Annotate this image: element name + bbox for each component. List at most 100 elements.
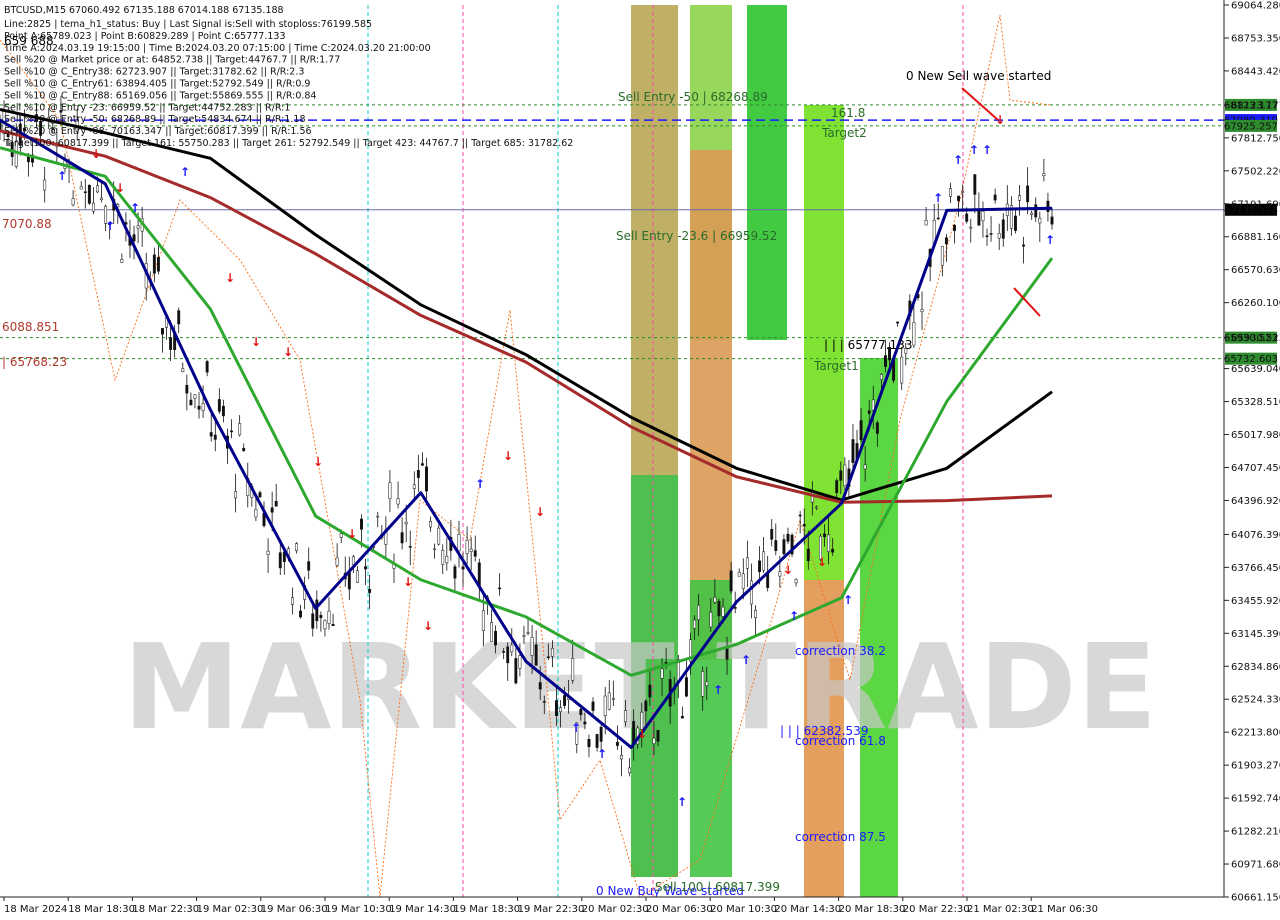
info-line-0: Line:2825 | tema_h1_status: Buy | Last S… xyxy=(4,19,372,30)
annotation-2: 0 New Sell wave started xyxy=(906,69,1051,83)
candle-body xyxy=(648,684,652,698)
y-tick-label-12: 65328.510 xyxy=(1231,397,1280,408)
candle-body xyxy=(193,394,197,399)
y-tick-label-7: 66881.160 xyxy=(1231,232,1280,243)
info-line-3: Sell %20 @ Market price or at: 64852.738… xyxy=(4,55,340,66)
annotation-4: Target2 xyxy=(821,126,867,140)
info-line-7: Sell %10 @ Entry -23: 66959.52 || Target… xyxy=(4,102,290,113)
candle-body xyxy=(335,557,339,566)
candle-body xyxy=(936,217,940,220)
candle-body xyxy=(1034,204,1038,218)
candle-body xyxy=(660,668,664,679)
candle-body xyxy=(494,631,497,646)
y-tick-label-11: 65639.040 xyxy=(1231,364,1280,375)
candle-body xyxy=(514,658,518,684)
x-tick-label-1: 18 Mar 18:30 xyxy=(68,904,135,915)
candle-body xyxy=(709,612,713,628)
candle-body xyxy=(457,534,461,552)
candle-body xyxy=(843,464,847,487)
candle-body xyxy=(814,506,818,509)
candle-body xyxy=(879,374,883,380)
candle-body xyxy=(445,556,449,564)
candle-body xyxy=(729,570,733,592)
x-tick-label-3: 19 Mar 02:30 xyxy=(197,904,264,915)
x-tick-label-13: 20 Mar 18:30 xyxy=(839,904,906,915)
candle-body xyxy=(43,179,47,191)
candle-body xyxy=(827,534,831,552)
candle-body xyxy=(656,729,660,742)
candle-body xyxy=(684,677,688,697)
candle-body xyxy=(705,681,709,687)
candle-body xyxy=(924,220,928,226)
candle-body xyxy=(388,482,392,499)
sell-arrow-11: ↓ xyxy=(637,727,647,741)
candle-body xyxy=(197,405,201,410)
sell-arrow-8: ↓ xyxy=(423,619,433,633)
candle-body xyxy=(437,527,441,545)
sell-arrow-6: ↓ xyxy=(347,527,357,541)
x-tick-label-12: 20 Mar 14:30 xyxy=(774,904,841,915)
candle-body xyxy=(120,258,124,263)
annotation-5: | | | 65777.133 xyxy=(824,338,912,352)
zone-band-light xyxy=(747,340,787,877)
candle-body xyxy=(1030,212,1034,215)
candle-body xyxy=(412,484,416,489)
candle-body xyxy=(587,739,591,748)
candle-body xyxy=(806,548,810,562)
candle-body xyxy=(721,606,725,617)
y-tick-label-16: 64076.390 xyxy=(1231,530,1280,541)
x-tick-label-0: 18 Mar 2024 xyxy=(4,904,67,915)
candle-body xyxy=(473,550,477,557)
price-chart[interactable]: MARKET TRADE68123.17767980.31967925.2576… xyxy=(0,0,1280,920)
y-tick-label-4: 67812.750 xyxy=(1231,133,1280,144)
annotation-15: | 65768.23 xyxy=(2,355,67,369)
candle-body xyxy=(973,174,977,195)
sell-arrow-10: ↓ xyxy=(535,505,545,519)
candle-body xyxy=(1022,244,1026,247)
y-tick-label-8: 66570.630 xyxy=(1231,265,1280,276)
buy-arrow-1: ↑ xyxy=(105,219,115,233)
candle-body xyxy=(307,561,311,571)
price-tag-label-2: 67925.257 xyxy=(1224,121,1278,132)
info-line-1: Point A:65789.023 | Point B:60829.289 | … xyxy=(4,31,286,42)
buy-arrow-0: ↑ xyxy=(57,169,67,183)
candle-body xyxy=(510,644,514,653)
candle-body xyxy=(1046,200,1050,212)
candle-body xyxy=(550,648,554,657)
y-tick-label-3: 68123.177 xyxy=(1231,100,1280,111)
candle-body xyxy=(425,466,428,492)
sell-arrow-12: ↓ xyxy=(783,563,793,577)
candle-body xyxy=(835,480,839,493)
candle-body xyxy=(1050,216,1054,225)
candle-body xyxy=(522,635,526,637)
x-tick-label-5: 19 Mar 10:30 xyxy=(325,904,392,915)
candle-body xyxy=(136,225,140,229)
candle-body xyxy=(433,548,437,551)
candle-body xyxy=(965,213,969,222)
y-tick-label-27: 60661.150 xyxy=(1231,893,1280,904)
x-tick-label-16: 21 Mar 06:30 xyxy=(1031,904,1098,915)
candle-body xyxy=(782,539,786,555)
x-tick-label-8: 19 Mar 22:30 xyxy=(518,904,585,915)
candle-body xyxy=(611,697,615,700)
annotation-13: 7070.88 xyxy=(2,217,52,231)
chart-root: MARKET TRADE68123.17767980.31967925.2576… xyxy=(0,0,1280,920)
candle-body xyxy=(620,755,623,760)
buy-arrow-13: ↑ xyxy=(953,153,963,167)
candle-body xyxy=(213,434,217,440)
candle-body xyxy=(83,191,87,193)
y-tick-label-13: 65017.980 xyxy=(1231,430,1280,441)
candle-body xyxy=(957,195,961,202)
candle-body xyxy=(299,610,303,618)
candle-body xyxy=(912,322,916,346)
x-tick-label-10: 20 Mar 06:30 xyxy=(646,904,713,915)
buy-arrow-2: ↑ xyxy=(130,201,140,215)
candle-body xyxy=(961,191,965,193)
candle-body xyxy=(859,420,863,441)
buy-arrow-11: ↑ xyxy=(843,593,853,607)
candle-body xyxy=(701,671,705,697)
candle-body xyxy=(416,470,420,478)
candle-body xyxy=(798,514,802,517)
y-tick-label-25: 61282.210 xyxy=(1231,827,1280,838)
candle-body xyxy=(717,601,721,617)
